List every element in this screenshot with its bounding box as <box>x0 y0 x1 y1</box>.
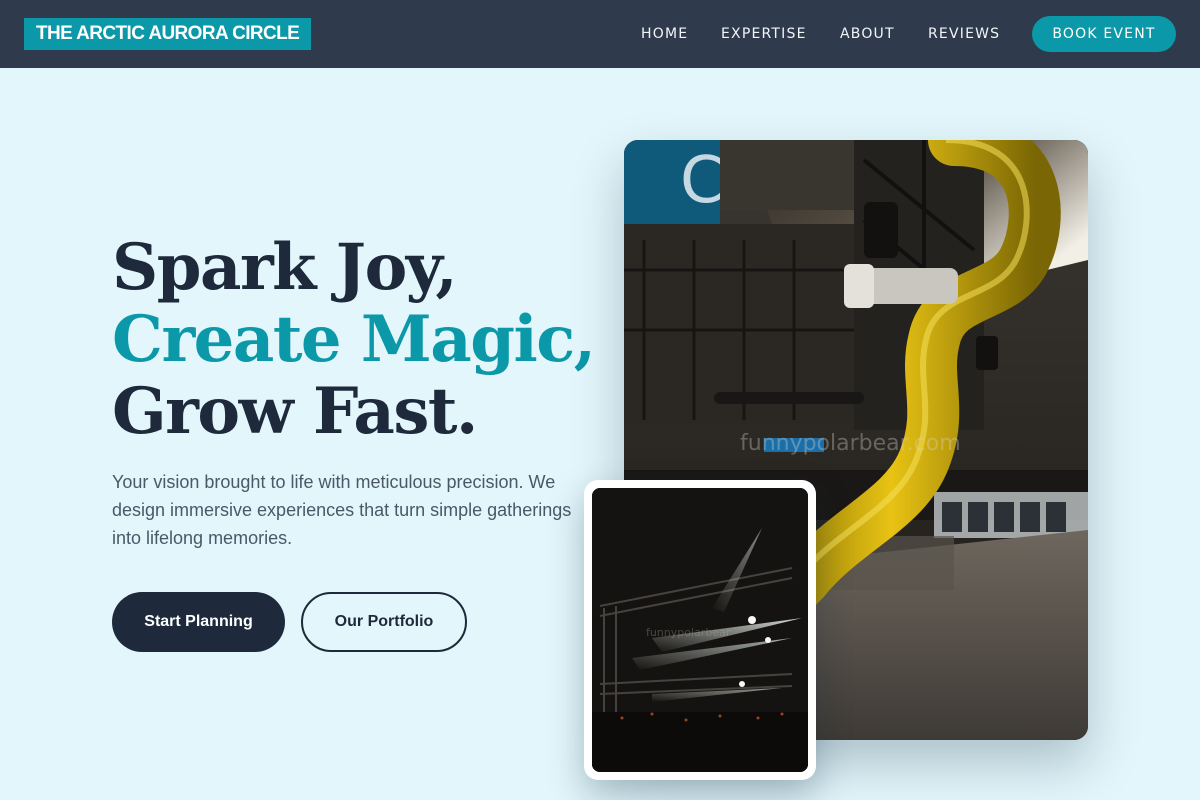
nav-link-home[interactable]: HOME <box>641 24 688 44</box>
sign-letter: C <box>680 144 725 218</box>
nav-link-about[interactable]: ABOUT <box>840 24 895 44</box>
hero-subtext: Your vision brought to life with meticul… <box>112 472 572 548</box>
concert-image: funnypolarbear <box>592 488 808 772</box>
main-image-watermark: funnypolarbear.com <box>740 431 961 456</box>
nav-link-expertise[interactable]: EXPERTISE <box>721 24 807 44</box>
headline-line-3: Grow Fast. <box>112 374 478 449</box>
start-planning-button[interactable]: Start Planning <box>112 592 285 652</box>
inset-image-watermark: funnypolarbear <box>646 626 731 639</box>
hero-headline: Spark Joy, Create Magic, Grow Fast. <box>112 230 596 449</box>
nav-link-reviews[interactable]: REVIEWS <box>928 24 1000 44</box>
our-portfolio-button[interactable]: Our Portfolio <box>301 592 467 652</box>
concert-image-art: funnypolarbear <box>592 488 808 772</box>
navbar: THE ARCTIC AURORA CIRCLE HOME EXPERTISE … <box>0 0 1200 68</box>
concert-image-card: funnypolarbear <box>584 480 816 780</box>
headline-line-1: Spark Joy, <box>112 230 458 305</box>
book-event-button[interactable]: BOOK EVENT <box>1032 16 1176 52</box>
nav-links: HOME EXPERTISE ABOUT REVIEWS <box>0 0 1200 68</box>
headline-line-2: Create Magic, <box>112 302 596 377</box>
